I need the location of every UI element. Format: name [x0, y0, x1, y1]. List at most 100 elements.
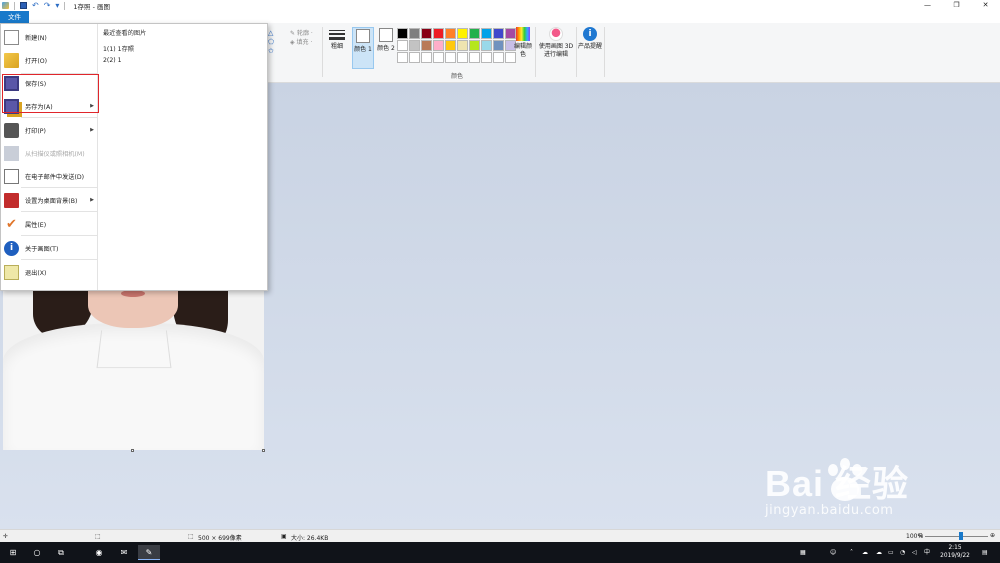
info-icon: i — [4, 240, 19, 256]
close-button[interactable]: ✕ — [971, 0, 1000, 11]
paint-app-icon[interactable] — [2, 2, 9, 9]
resize-handle-corner[interactable] — [262, 449, 265, 452]
palette-swatch[interactable] — [457, 52, 468, 63]
paint3d-button[interactable]: 使用画图 3D 进行编辑 — [538, 27, 574, 59]
menu-item-new[interactable]: 新建(N) — [1, 26, 98, 48]
recent-pictures-heading: 最近查看的图片 — [103, 30, 147, 37]
notification-icon[interactable]: ▤ — [982, 542, 988, 563]
keyboard-icon[interactable]: ▦ — [800, 542, 806, 563]
menu-item-email[interactable]: 在电子邮件中发送(D) — [1, 165, 98, 187]
palette-swatch[interactable] — [421, 52, 432, 63]
divider — [576, 27, 577, 77]
onedrive-icon[interactable]: ☁ — [862, 542, 868, 563]
palette-swatch[interactable] — [409, 40, 420, 51]
menu-item-print[interactable]: 打印(P) ▶ — [1, 119, 98, 141]
palette-swatch[interactable] — [409, 28, 420, 39]
resize-handle-bottom[interactable] — [131, 449, 134, 452]
email-icon — [4, 168, 19, 184]
save-icon[interactable] — [20, 2, 27, 9]
palette-swatch[interactable] — [469, 40, 480, 51]
wechat-icon[interactable]: ✉ — [113, 545, 135, 560]
palette-swatch[interactable] — [445, 40, 456, 51]
line-width-icon — [329, 30, 345, 40]
menu-item-about[interactable]: i 关于画图(T) — [1, 237, 98, 259]
fill-dropdown[interactable]: ◈ 填充 · — [290, 38, 313, 47]
desktop-background-icon — [4, 192, 19, 208]
palette-swatch[interactable] — [433, 40, 444, 51]
palette-swatch[interactable] — [469, 52, 480, 63]
minimize-button[interactable]: — — [913, 0, 942, 11]
recent-picture-item[interactable]: 1(1) 1存照 — [103, 44, 134, 53]
network-icon[interactable]: ◔ — [900, 542, 905, 563]
menu-item-label: 打印(P) — [25, 127, 46, 135]
size-label: 粗细 — [330, 43, 343, 50]
color1-button[interactable]: 颜色 1 — [352, 27, 374, 69]
color2-button[interactable]: 颜色 2 — [376, 27, 396, 53]
title-bar: ↶ ↷ ▾ 1存照 - 画图 — ❐ ✕ — [0, 0, 1000, 11]
palette-swatch[interactable] — [445, 28, 456, 39]
shapes-gallery[interactable]: △ ⬠ ✩ — [268, 29, 274, 56]
palette-swatch[interactable] — [493, 40, 504, 51]
palette-swatch[interactable] — [397, 40, 408, 51]
size-button[interactable]: 粗细 — [326, 27, 348, 51]
undo-icon[interactable]: ↶ — [32, 2, 39, 10]
palette-swatch[interactable] — [421, 28, 432, 39]
color-palette — [397, 28, 516, 63]
zoom-in-button[interactable]: ⊕ — [990, 532, 995, 539]
menu-item-label: 在电子邮件中发送(D) — [25, 173, 85, 181]
task-view-icon[interactable]: ⧉ — [50, 545, 72, 560]
cloud-icon[interactable]: ☁ — [876, 542, 882, 563]
zoom-out-button[interactable]: ⊖ — [918, 532, 923, 539]
palette-swatch[interactable] — [409, 52, 420, 63]
product-alert-button[interactable]: i 产品提醒 — [578, 27, 602, 51]
palette-swatch[interactable] — [493, 28, 504, 39]
battery-icon[interactable]: ▭ — [888, 542, 894, 563]
tray-chevron-icon[interactable]: ˄ — [850, 542, 853, 563]
menu-item-properties[interactable]: ✔ 属性(E) — [1, 213, 98, 235]
windows-start-icon[interactable]: ⊞ — [2, 545, 24, 560]
file-menu-commands: 新建(N) 打开(O) 保存(S) 另存为(A) ▶ 打印(P) ▶ 从扫描仪或… — [1, 24, 99, 290]
divider — [604, 27, 605, 77]
restore-button[interactable]: ❐ — [942, 0, 971, 11]
ime-indicator[interactable]: 中 — [924, 542, 930, 563]
palette-swatch[interactable] — [493, 52, 504, 63]
people-icon[interactable]: ☺ — [830, 542, 836, 563]
palette-swatch[interactable] — [397, 28, 408, 39]
recent-picture-item[interactable]: 2(2) 1 — [103, 57, 122, 64]
palette-swatch[interactable] — [445, 52, 456, 63]
edit-colors-button[interactable]: 编辑颜色 — [512, 27, 534, 59]
chrome-icon[interactable]: ◉ — [88, 545, 110, 560]
palette-swatch[interactable] — [397, 52, 408, 63]
palette-swatch[interactable] — [469, 28, 480, 39]
palette-swatch[interactable] — [457, 40, 468, 51]
menu-item-exit[interactable]: 退出(X) — [1, 261, 98, 283]
paint-taskbar-icon[interactable]: ✎ — [138, 545, 160, 560]
outline-dropdown[interactable]: ✎ 轮廓 · — [290, 29, 313, 38]
menu-item-label: 属性(E) — [25, 221, 47, 229]
clock[interactable]: 2:15 2019/9/22 — [935, 544, 975, 560]
info-icon: i — [583, 27, 597, 41]
palette-swatch[interactable] — [433, 52, 444, 63]
redo-icon[interactable]: ↷ — [44, 2, 51, 10]
file-tab[interactable]: 文件 — [0, 11, 29, 23]
menu-item-open[interactable]: 打开(O) — [1, 49, 98, 71]
customize-qat-icon[interactable]: ▾ — [55, 2, 59, 10]
pentagon-shape-icon[interactable]: ⬠ — [268, 38, 274, 47]
palette-swatch[interactable] — [421, 40, 432, 51]
ribbon-tab-bar: 文件 — [0, 11, 1000, 23]
search-icon[interactable]: ○ — [26, 545, 48, 560]
palette-swatch[interactable] — [433, 28, 444, 39]
zoom-slider-thumb[interactable] — [959, 532, 963, 540]
star-shape-icon[interactable]: ✩ — [268, 47, 274, 56]
zoom-slider-track[interactable] — [925, 536, 988, 537]
watermark-url: jingyan.baidu.com — [765, 503, 894, 518]
volume-icon[interactable]: ◁ — [912, 542, 917, 563]
menu-item-label: 退出(X) — [25, 269, 47, 277]
palette-swatch[interactable] — [481, 40, 492, 51]
triangle-shape-icon[interactable]: △ — [268, 29, 274, 38]
palette-swatch[interactable] — [481, 28, 492, 39]
menu-item-scanner[interactable]: 从扫描仪或照相机(M) — [1, 142, 98, 164]
palette-swatch[interactable] — [481, 52, 492, 63]
menu-item-set-desktop-background[interactable]: 设置为桌面背景(B) ▶ — [1, 189, 98, 211]
palette-swatch[interactable] — [457, 28, 468, 39]
